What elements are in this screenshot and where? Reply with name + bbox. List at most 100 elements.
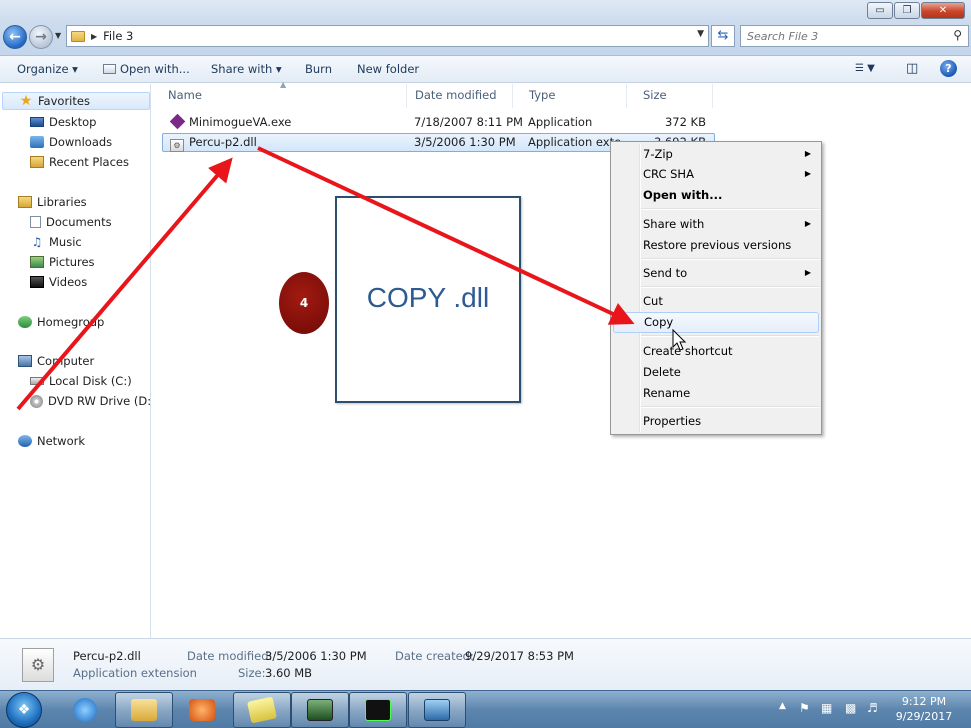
- share-with-button[interactable]: Share with ▾: [211, 62, 282, 76]
- recent-pages-dropdown[interactable]: ▼: [55, 31, 61, 40]
- taskbar-app-1[interactable]: [233, 692, 291, 728]
- menu-item-create-shortcut[interactable]: Create shortcut: [613, 341, 819, 362]
- menu-item-properties[interactable]: Properties: [613, 411, 819, 432]
- file-row[interactable]: MinimogueVA.exe 7/18/2007 8:11 PM Applic…: [162, 114, 715, 133]
- view-options-icon[interactable]: ☰ ▼: [855, 63, 875, 74]
- details-file-name: Percu-p2.dll: [73, 649, 141, 663]
- nav-local-disk[interactable]: Local Disk (C:): [30, 372, 132, 390]
- address-dropdown-icon[interactable]: ▼: [697, 29, 704, 39]
- menu-separator: [641, 208, 819, 210]
- details-pane: ⚙ Percu-p2.dll Application extension Dat…: [0, 638, 971, 690]
- nav-recent-places-label: Recent Places: [49, 155, 129, 169]
- preview-pane-icon[interactable]: ◫: [906, 61, 918, 76]
- nav-dvd-drive-label: DVD RW Drive (D:) M: [48, 394, 151, 408]
- column-header-size[interactable]: Size: [627, 84, 713, 108]
- new-folder-button[interactable]: New folder: [357, 62, 419, 76]
- menu-item-rename[interactable]: Rename: [613, 383, 819, 404]
- forward-button[interactable]: →: [29, 25, 53, 49]
- nav-network[interactable]: Network: [18, 432, 85, 450]
- taskbar: ❖ ▲ ⚑ ▦ ▩ ♬ 9:12 PM 9/29/2017: [0, 690, 971, 728]
- menu-item-open-with[interactable]: Open with...: [613, 185, 819, 206]
- minimize-button[interactable]: ▭: [867, 2, 893, 19]
- search-icon[interactable]: ⚲: [953, 28, 962, 42]
- step-number-badge: 4: [279, 272, 329, 334]
- documents-icon: [30, 216, 41, 228]
- nav-dvd-drive[interactable]: DVD RW Drive (D:) M: [30, 392, 151, 410]
- nav-desktop[interactable]: Desktop: [30, 113, 96, 131]
- menu-item-7zip[interactable]: 7-Zip ▶: [613, 144, 819, 165]
- details-date-created-label: Date created:: [395, 649, 474, 663]
- start-button[interactable]: ❖: [6, 692, 42, 728]
- recent-places-icon: [30, 156, 44, 168]
- explorer-folder-icon: [131, 699, 157, 721]
- nav-music[interactable]: ♫ Music: [30, 233, 82, 251]
- pictures-icon: [30, 256, 44, 268]
- nav-videos-label: Videos: [49, 275, 88, 289]
- navigation-pane: ★ Favorites Desktop Downloads Recent Plac…: [0, 84, 151, 638]
- taskbar-media-player[interactable]: [173, 692, 231, 728]
- nav-desktop-label: Desktop: [49, 115, 97, 129]
- submenu-arrow-icon: ▶: [804, 169, 811, 178]
- nav-downloads[interactable]: Downloads: [30, 133, 112, 151]
- organize-button[interactable]: Organize ▾: [17, 62, 78, 76]
- nav-computer[interactable]: Computer: [18, 352, 94, 370]
- menu-item-restore-previous-versions[interactable]: Restore previous versions: [613, 235, 819, 256]
- device-icon[interactable]: ▦: [821, 701, 832, 715]
- menu-item-cut[interactable]: Cut: [613, 291, 819, 312]
- exe-file-icon: [170, 114, 186, 130]
- menu-label: Share with: [643, 217, 705, 231]
- taskbar-ie[interactable]: [56, 692, 114, 728]
- search-input[interactable]: [747, 29, 942, 43]
- menu-item-crc-sha[interactable]: CRC SHA ▶: [613, 164, 819, 185]
- refresh-button[interactable]: ⇆: [711, 25, 735, 47]
- burn-button[interactable]: Burn: [305, 62, 332, 76]
- search-box[interactable]: ⚲: [740, 25, 969, 47]
- menu-item-send-to[interactable]: Send to ▶: [613, 263, 819, 284]
- nav-recent-places[interactable]: Recent Places: [30, 153, 129, 171]
- show-hidden-icons-icon[interactable]: ▲: [779, 701, 786, 711]
- open-with-button[interactable]: Open with...: [103, 62, 190, 76]
- close-button[interactable]: ✕: [921, 2, 965, 19]
- details-size-value: 3.60 MB: [265, 666, 313, 680]
- monitor-app-icon: [307, 699, 333, 721]
- music-icon: ♫: [31, 235, 43, 249]
- breadcrumb-arrow-icon[interactable]: ▶: [91, 32, 97, 41]
- file-list: ▲ Name Date modified Type Size Minimogue…: [152, 80, 971, 638]
- videos-icon: [30, 276, 44, 288]
- folder-icon: [71, 30, 85, 42]
- window-controls: ▭ ❐ ✕: [866, 2, 965, 19]
- clock-date: 9/29/2017: [895, 710, 953, 723]
- annotation-copy-box: COPY .dll: [335, 196, 521, 403]
- nav-libraries[interactable]: Libraries: [18, 193, 87, 211]
- taskbar-explorer[interactable]: [115, 692, 173, 728]
- menu-item-delete[interactable]: Delete: [613, 362, 819, 383]
- menu-item-share-with[interactable]: Share with ▶: [613, 214, 819, 235]
- local-disk-icon: [30, 377, 44, 385]
- column-header-date-modified[interactable]: Date modified: [399, 84, 513, 108]
- action-center-icon[interactable]: ⚑: [799, 701, 810, 715]
- maximize-button[interactable]: ❐: [894, 2, 920, 19]
- nav-pictures[interactable]: Pictures: [30, 253, 95, 271]
- menu-item-copy[interactable]: Copy: [613, 312, 819, 333]
- taskbar-app-4[interactable]: [408, 692, 466, 728]
- nav-videos[interactable]: Videos: [30, 273, 87, 291]
- back-button[interactable]: ←: [3, 25, 27, 49]
- column-header-name[interactable]: Name: [152, 84, 407, 108]
- breadcrumb-file-3[interactable]: File 3: [103, 29, 133, 43]
- nav-libraries-label: Libraries: [37, 195, 87, 209]
- taskbar-app-2[interactable]: [291, 692, 349, 728]
- nav-favorites[interactable]: ★ Favorites: [2, 92, 150, 110]
- taskbar-app-3[interactable]: [349, 692, 407, 728]
- nav-homegroup[interactable]: Homegroup: [18, 313, 104, 331]
- desktop-icon: [30, 117, 44, 127]
- computer-icon: [18, 355, 32, 367]
- nav-documents[interactable]: Documents: [30, 213, 112, 231]
- volume-icon[interactable]: ♬: [867, 701, 878, 715]
- submenu-arrow-icon: ▶: [804, 149, 811, 158]
- column-header-type[interactable]: Type: [513, 84, 627, 108]
- help-button[interactable]: ?: [940, 60, 957, 77]
- star-icon: ★: [19, 93, 33, 109]
- clock[interactable]: 9:12 PM 9/29/2017: [889, 694, 959, 724]
- address-bar[interactable]: ▶ File 3 ▼: [66, 25, 709, 47]
- network-status-icon[interactable]: ▩: [845, 701, 856, 715]
